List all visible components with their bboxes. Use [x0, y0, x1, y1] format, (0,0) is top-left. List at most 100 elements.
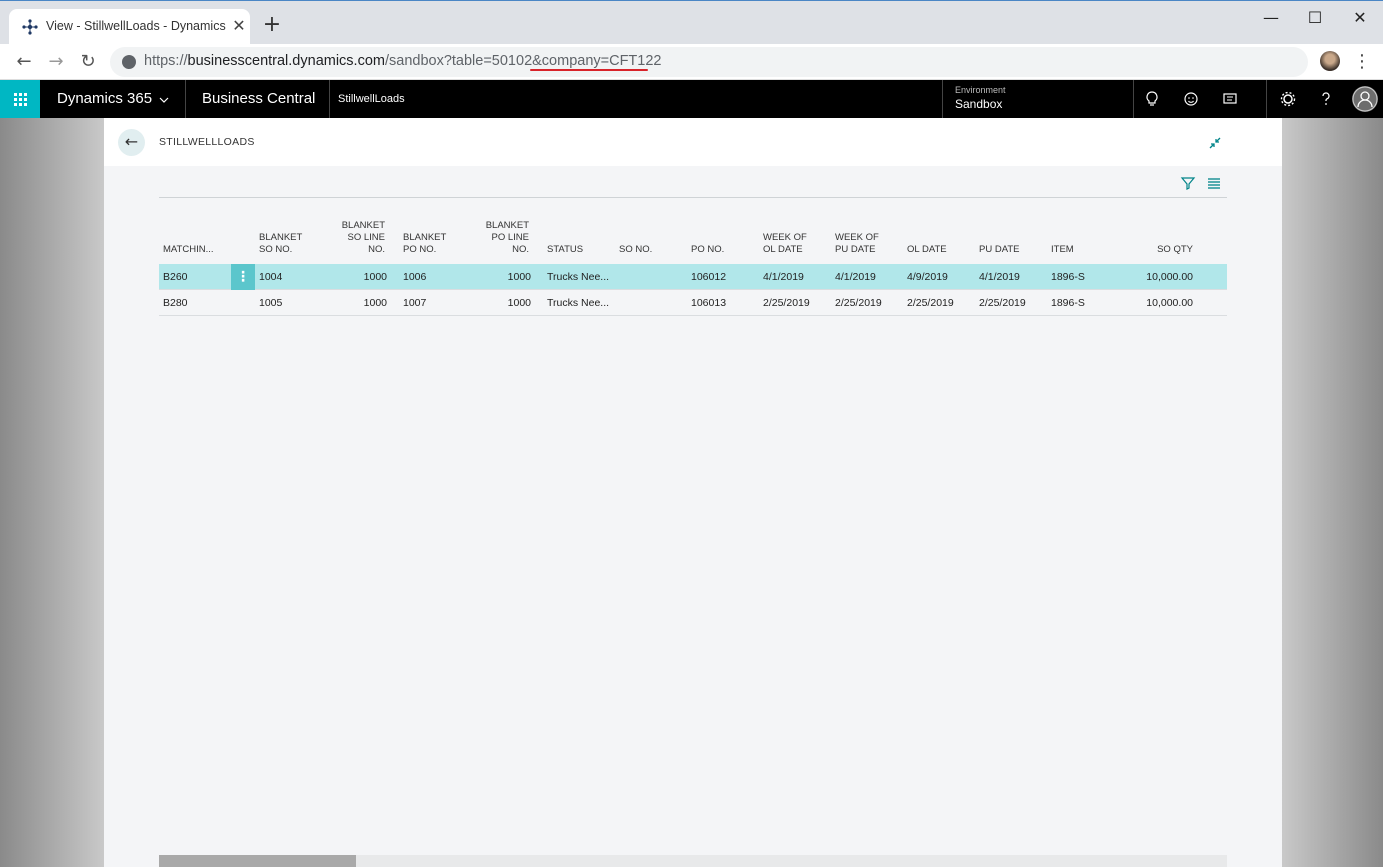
environment-label: Environment	[955, 85, 1006, 95]
app-header: Dynamics 365 Business Central StillwellL…	[0, 80, 1383, 118]
cell-item[interactable]: 1896-S	[1051, 297, 1085, 309]
cell-blanket-po-line[interactable]: 1000	[467, 271, 531, 283]
header-line: MATCHIN...	[163, 244, 214, 255]
environment-value[interactable]: Sandbox	[955, 97, 1002, 111]
column-header-po-no[interactable]: PO NO.	[691, 244, 751, 256]
lightbulb-icon[interactable]	[1142, 89, 1162, 109]
cell-blanket-so-line[interactable]: 1000	[323, 271, 387, 283]
column-header-pu-date[interactable]: PU DATE	[979, 244, 1039, 256]
header-line: OL DATE	[907, 244, 947, 255]
table-row[interactable]: B260 ⋮ 1004 1000 1006 1000 Trucks Nee...…	[159, 264, 1227, 290]
row-actions-icon[interactable]: ⋮	[231, 264, 255, 290]
filter-icon[interactable]	[1179, 174, 1197, 192]
company-name[interactable]: StillwellLoads	[338, 80, 405, 118]
cell-matching[interactable]: B260	[163, 271, 188, 283]
header-line: BLANKET	[485, 220, 529, 231]
cell-matching[interactable]: B280	[163, 297, 188, 309]
header-line: PO LINE	[491, 232, 530, 243]
close-tab-icon[interactable]: ✕	[231, 18, 247, 34]
browser-tab[interactable]: View - StillwellLoads - Dynamics 365 ✕	[9, 9, 250, 45]
column-header-blanket-po-line-no[interactable]: BLANKET PO LINE NO.	[467, 220, 529, 256]
backdrop-right	[1282, 118, 1383, 867]
smiley-icon[interactable]	[1181, 89, 1201, 109]
profile-avatar[interactable]	[1320, 51, 1340, 71]
backdrop-left	[0, 118, 104, 867]
cell-week-pu[interactable]: 4/1/2019	[835, 271, 876, 283]
minimize-button[interactable]: —	[1260, 7, 1282, 29]
url-text: https://businesscentral.dynamics.com/san…	[144, 53, 661, 69]
column-header-item[interactable]: ITEM	[1051, 244, 1111, 256]
header-line: WEEK OF	[835, 232, 879, 243]
url-path: /sandbox?table=50102&company=CFT122	[384, 53, 662, 69]
cell-blanket-so-no[interactable]: 1005	[259, 297, 282, 309]
help-icon[interactable]	[1316, 89, 1336, 109]
back-arrow-icon[interactable]: ←	[12, 50, 36, 74]
app-name[interactable]: Business Central	[202, 80, 315, 118]
suite-name[interactable]: Dynamics 365	[57, 80, 152, 118]
header-line: SO LINE	[347, 232, 386, 243]
cell-blanket-so-line[interactable]: 1000	[323, 297, 387, 309]
header-line: BLANKET	[341, 220, 385, 231]
cell-so-qty[interactable]: 10,000.00	[1131, 297, 1193, 309]
page-title: STILLWELLLOADS	[159, 136, 255, 148]
header-line: WEEK OF	[763, 232, 807, 243]
cell-week-ol[interactable]: 2/25/2019	[763, 297, 810, 309]
column-header-so-qty[interactable]: SO QTY	[1131, 244, 1193, 256]
header-line: SO QTY	[1157, 244, 1193, 255]
new-tab-button[interactable]: +	[260, 13, 284, 37]
header-line: ITEM	[1051, 244, 1074, 255]
cell-pu-date[interactable]: 2/25/2019	[979, 297, 1026, 309]
list-page: ← STILLWELLLOADS MATCHIN... BLANKET SO NO…	[104, 118, 1282, 867]
dynamics-favicon-icon	[22, 19, 38, 35]
maximize-button[interactable]: ☐	[1304, 7, 1326, 29]
cell-status[interactable]: Trucks Nee...	[547, 297, 609, 309]
back-button[interactable]: ←	[118, 129, 145, 156]
browser-menu-icon[interactable]: ⋮	[1352, 50, 1372, 74]
column-header-status[interactable]: STATUS	[547, 244, 607, 256]
cell-blanket-po-no[interactable]: 1006	[403, 271, 426, 283]
forward-arrow-icon[interactable]: →	[44, 50, 68, 74]
column-header-blanket-so-no[interactable]: BLANKET SO NO.	[259, 232, 319, 256]
close-window-button[interactable]: ✕	[1349, 7, 1371, 29]
site-info-icon[interactable]	[122, 55, 136, 69]
header-line: PU DATE	[835, 244, 876, 255]
column-header-week-of-ol-date[interactable]: WEEK OF OL DATE	[763, 232, 823, 256]
chevron-down-icon[interactable]	[159, 96, 169, 104]
cell-ol-date[interactable]: 2/25/2019	[907, 297, 954, 309]
url-prefix: https://	[144, 53, 188, 69]
reload-icon[interactable]: ↻	[76, 50, 100, 74]
user-icon[interactable]	[1352, 86, 1378, 112]
header-divider	[185, 80, 186, 118]
cell-pu-date[interactable]: 4/1/2019	[979, 271, 1020, 283]
gear-icon[interactable]	[1278, 89, 1298, 109]
column-header-ol-date[interactable]: OL DATE	[907, 244, 967, 256]
cell-ol-date[interactable]: 4/9/2019	[907, 271, 948, 283]
header-line: PO NO.	[403, 244, 437, 255]
cell-week-pu[interactable]: 2/25/2019	[835, 297, 882, 309]
cell-week-ol[interactable]: 4/1/2019	[763, 271, 804, 283]
cell-blanket-so-no[interactable]: 1004	[259, 271, 282, 283]
cell-blanket-po-line[interactable]: 1000	[467, 297, 531, 309]
list-view-icon[interactable]	[1205, 174, 1223, 192]
cell-po-no[interactable]: 106013	[691, 297, 726, 309]
header-divider	[1133, 80, 1134, 118]
cell-status[interactable]: Trucks Nee...	[547, 271, 609, 283]
cell-item[interactable]: 1896-S	[1051, 271, 1085, 283]
column-header-matching[interactable]: MATCHIN...	[163, 244, 233, 256]
page-header: ← STILLWELLLOADS	[104, 118, 1282, 166]
app-launcher-icon[interactable]	[0, 80, 40, 118]
cell-po-no[interactable]: 106012	[691, 271, 726, 283]
header-line: SO NO.	[619, 244, 653, 255]
chat-icon[interactable]	[1220, 89, 1240, 109]
table-row[interactable]: B280 1005 1000 1007 1000 Trucks Nee... 1…	[159, 290, 1227, 316]
collapse-icon[interactable]	[1206, 134, 1224, 152]
column-header-week-of-pu-date[interactable]: WEEK OF PU DATE	[835, 232, 895, 256]
cell-blanket-po-no[interactable]: 1007	[403, 297, 426, 309]
scrollbar-thumb[interactable]	[159, 855, 356, 867]
column-header-blanket-po-no[interactable]: BLANKET PO NO.	[403, 232, 463, 256]
url-input[interactable]: https://businesscentral.dynamics.com/san…	[110, 47, 1308, 77]
column-header-blanket-so-line-no[interactable]: BLANKET SO LINE NO.	[323, 220, 385, 256]
cell-so-qty[interactable]: 10,000.00	[1131, 271, 1193, 283]
column-header-so-no[interactable]: SO NO.	[619, 244, 679, 256]
horizontal-scrollbar[interactable]	[159, 855, 1227, 867]
